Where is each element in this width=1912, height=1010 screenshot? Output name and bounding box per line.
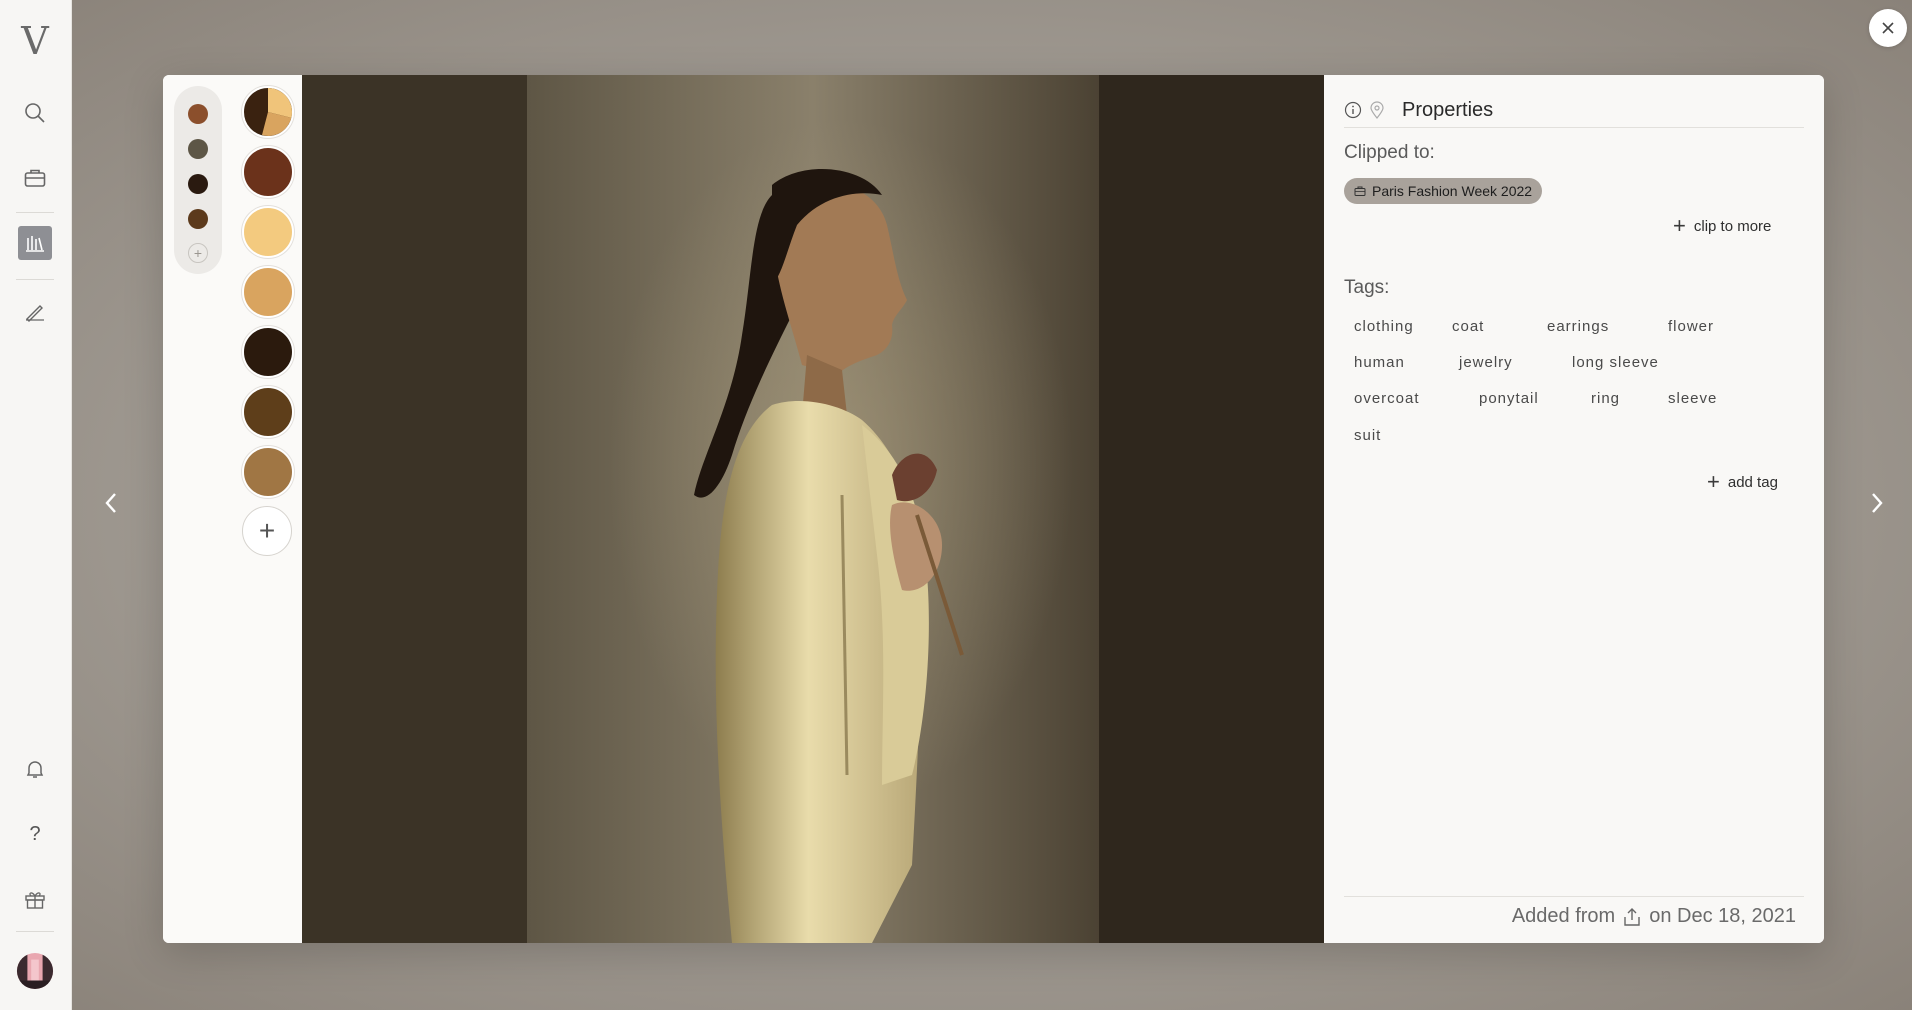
info-icon[interactable] bbox=[1344, 101, 1362, 119]
pin-icon[interactable] bbox=[1368, 101, 1386, 119]
large-color-swatch[interactable] bbox=[242, 266, 294, 318]
upload-icon bbox=[1624, 907, 1640, 926]
board-chip-label: Paris Fashion Week 2022 bbox=[1372, 183, 1533, 199]
previous-button[interactable] bbox=[96, 488, 126, 518]
added-from-info: Added from on Dec 18, 2021 bbox=[1512, 905, 1796, 928]
small-palette: + bbox=[174, 86, 222, 274]
avatar[interactable] bbox=[16, 952, 54, 990]
bell-icon[interactable] bbox=[16, 750, 54, 788]
added-from-prefix: Added from bbox=[1511, 905, 1616, 927]
gift-icon[interactable] bbox=[16, 880, 54, 918]
clipped-to-label: Clipped to: bbox=[1344, 142, 1435, 163]
tag[interactable]: sleeve bbox=[1668, 390, 1717, 407]
tag[interactable]: coat bbox=[1452, 318, 1484, 335]
tag[interactable]: ring bbox=[1591, 390, 1620, 407]
photo-viewer[interactable] bbox=[302, 75, 1324, 943]
properties-title: Properties bbox=[1402, 98, 1494, 121]
footer-divider bbox=[1344, 896, 1804, 897]
tag[interactable]: overcoat bbox=[1354, 390, 1420, 407]
chevron-left-icon bbox=[105, 493, 116, 513]
large-color-swatch[interactable] bbox=[242, 386, 294, 438]
color-palette-strip: + + bbox=[163, 75, 302, 943]
close-button[interactable] bbox=[1869, 9, 1907, 47]
add-color-button[interactable]: + bbox=[242, 506, 292, 556]
briefcase-icon[interactable] bbox=[16, 159, 54, 197]
large-color-swatch[interactable] bbox=[242, 446, 294, 498]
small-color-swatch[interactable] bbox=[188, 209, 208, 229]
tag[interactable]: suit bbox=[1354, 427, 1381, 444]
plus-icon: + bbox=[1673, 213, 1686, 238]
clip-to-more-label: clip to more bbox=[1693, 217, 1772, 235]
add-small-color-button[interactable]: + bbox=[188, 243, 208, 263]
large-color-swatch[interactable] bbox=[242, 146, 294, 198]
add-tag-button[interactable]: + add tag bbox=[1707, 471, 1778, 493]
tag[interactable]: long sleeve bbox=[1572, 354, 1659, 371]
small-color-swatch[interactable] bbox=[188, 139, 208, 159]
tag[interactable]: human bbox=[1354, 354, 1405, 371]
library-icon[interactable] bbox=[18, 226, 52, 260]
tag[interactable]: clothing bbox=[1354, 318, 1414, 335]
properties-header: Properties bbox=[1344, 93, 1804, 128]
large-color-swatch[interactable] bbox=[242, 326, 294, 378]
properties-panel: Properties Clipped to: Paris Fashion Wee… bbox=[1324, 75, 1824, 943]
clip-to-more-button[interactable]: + clip to more bbox=[1673, 215, 1771, 237]
tag[interactable]: flower bbox=[1668, 318, 1714, 335]
tag[interactable]: ponytail bbox=[1479, 390, 1539, 407]
sidebar-divider bbox=[16, 279, 54, 280]
left-sidebar: V ? bbox=[0, 0, 72, 1010]
large-color-swatch[interactable] bbox=[242, 206, 294, 258]
sidebar-divider bbox=[16, 931, 54, 932]
next-button[interactable] bbox=[1862, 488, 1892, 518]
added-date: on Dec 18, 2021 bbox=[1649, 905, 1796, 927]
tag[interactable]: jewelry bbox=[1459, 354, 1513, 371]
plus-icon: + bbox=[1707, 469, 1720, 494]
add-tag-label: add tag bbox=[1727, 473, 1778, 491]
mixed-palette-swatch[interactable] bbox=[242, 86, 294, 138]
briefcase-icon bbox=[1354, 186, 1366, 196]
app-logo[interactable]: V bbox=[16, 19, 54, 63]
help-icon[interactable]: ? bbox=[16, 815, 54, 853]
image-detail-modal: + + Properties Clipped to: Paris Fashion… bbox=[163, 75, 1824, 943]
small-color-swatch[interactable] bbox=[188, 174, 208, 194]
close-icon bbox=[1882, 22, 1894, 34]
small-color-swatch[interactable] bbox=[188, 104, 208, 124]
tag[interactable]: earrings bbox=[1547, 318, 1609, 335]
pen-icon[interactable] bbox=[16, 292, 54, 330]
chevron-right-icon bbox=[1872, 493, 1883, 513]
sidebar-divider bbox=[16, 212, 54, 213]
photo-woman-in-cream-suit bbox=[302, 75, 1324, 943]
tags-label: Tags: bbox=[1344, 277, 1390, 298]
board-chip[interactable]: Paris Fashion Week 2022 bbox=[1344, 178, 1543, 204]
search-icon[interactable] bbox=[16, 94, 54, 132]
